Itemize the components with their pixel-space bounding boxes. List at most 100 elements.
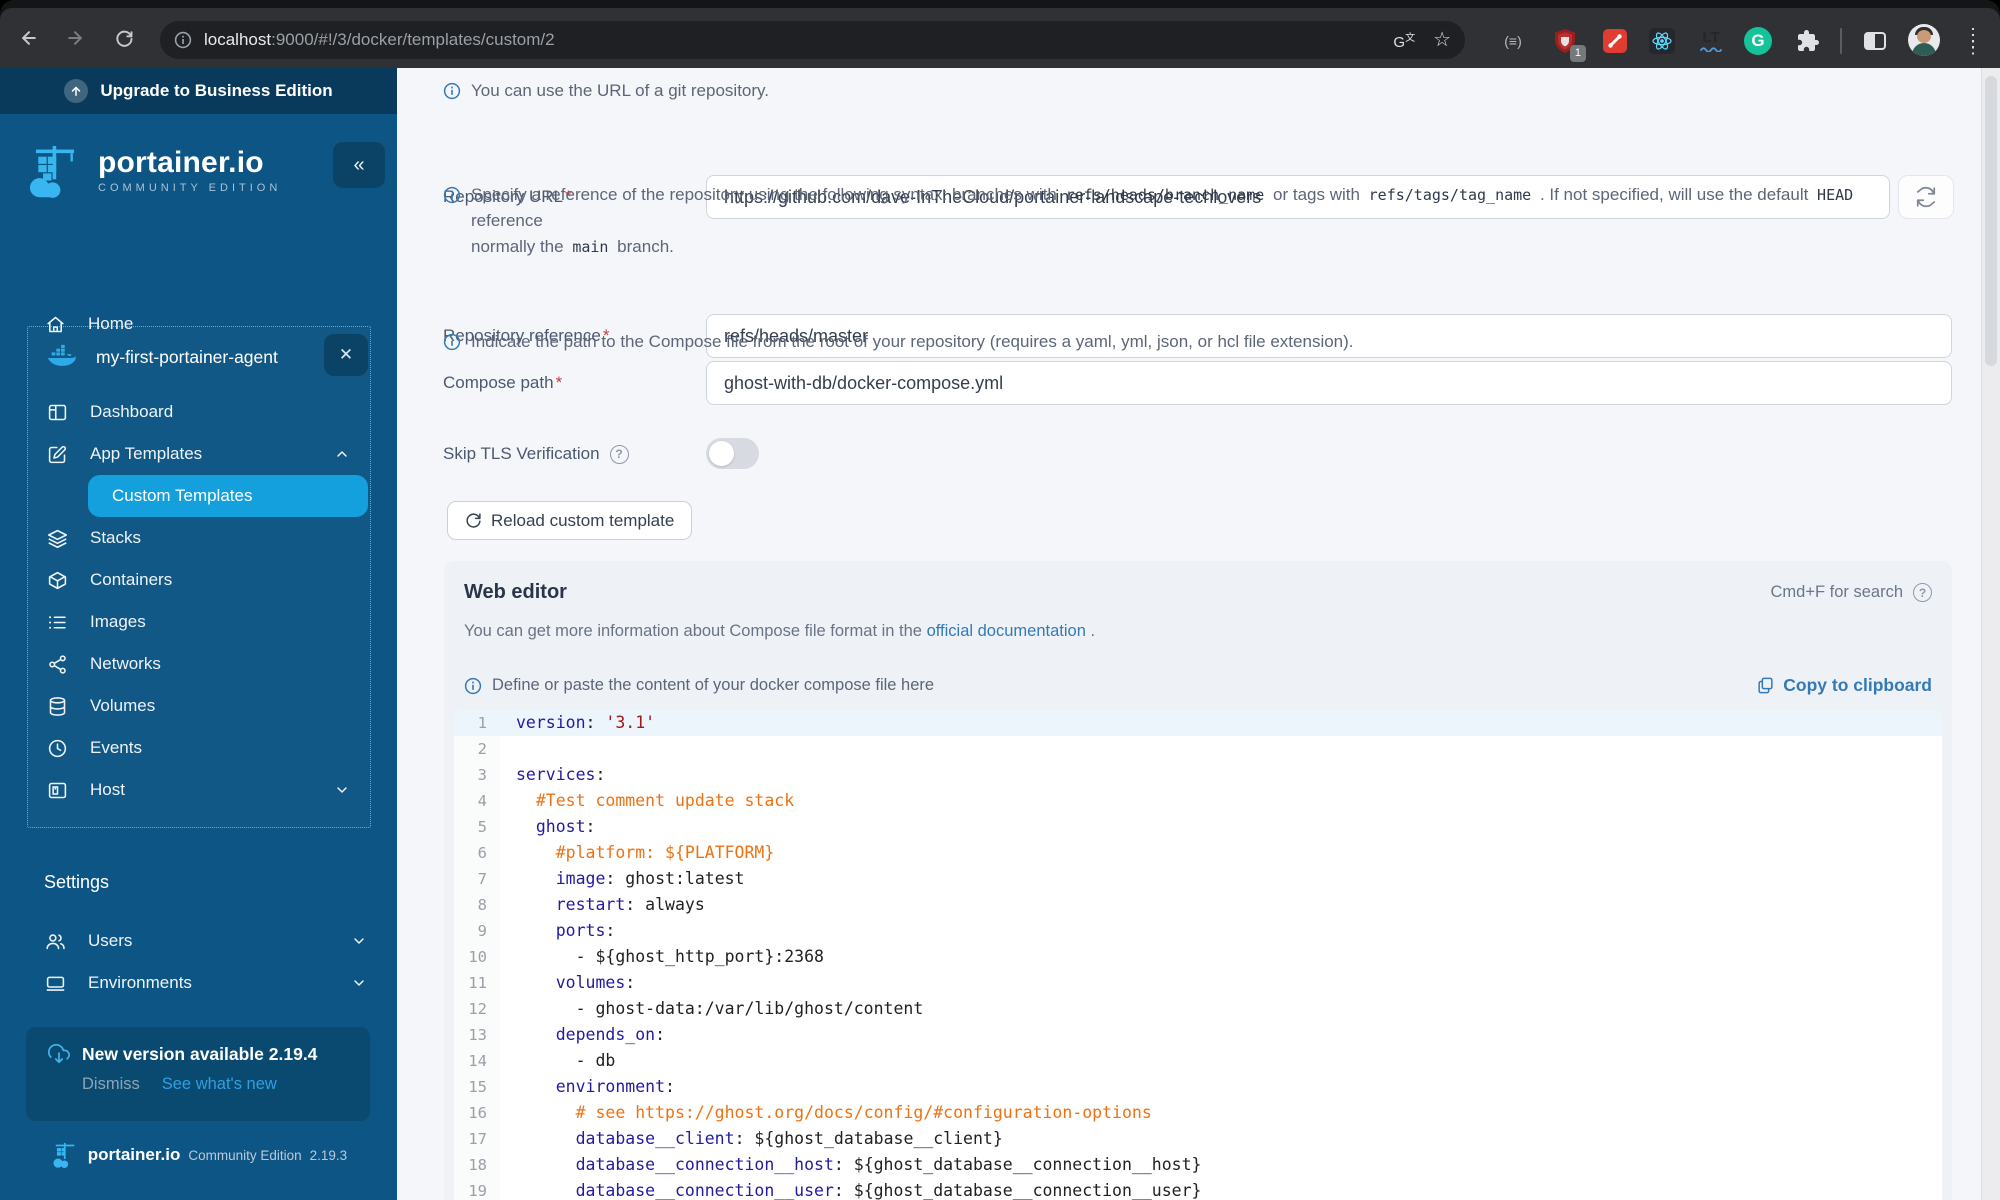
brand-name: portainer.io [98,146,264,179]
grammarly-extension-icon[interactable]: G [1741,24,1775,58]
line-number: 11 [454,970,500,996]
reload-custom-template-button[interactable]: Reload custom template [447,501,693,540]
reload-button[interactable] [108,22,140,54]
code-line[interactable]: 4 #Test comment update stack [454,788,1942,814]
code-text: volumes: [555,973,636,992]
git-url-info-text: You can use the URL of a git repository. [471,81,769,100]
forward-button[interactable] [59,22,91,54]
code-line[interactable]: 8 restart: always [454,892,1942,918]
code-line[interactable]: 16 # see https://ghost.org/docs/config/#… [454,1100,1942,1126]
ublock-extension-icon[interactable]: 1 [1548,24,1586,62]
sidebar-item-images[interactable]: Images [28,601,370,643]
react-devtools-extension-icon[interactable] [1645,24,1679,58]
code-line[interactable]: 13 depends_on: [454,1022,1942,1048]
line-number: 14 [454,1048,500,1074]
upgrade-banner[interactable]: Upgrade to Business Edition [0,68,397,114]
dashboard-icon [46,401,68,423]
sidebar-item-users[interactable]: Users [0,919,397,963]
compose-doc-text: You can get more information about Compo… [464,622,1096,640]
define-compose-hint: Define or paste the content of your dock… [464,676,934,695]
code-text: - db [516,1051,616,1070]
line-number: 13 [454,1022,500,1048]
chevron-down-icon [351,933,367,949]
link-extension-icon[interactable] [1598,24,1632,58]
line-number: 9 [454,918,500,944]
official-documentation-link[interactable]: official documentation [927,622,1086,640]
chrome-menu-button[interactable]: ⋮ ⋮ ⋮ [1956,24,1990,58]
sidebar-item-volumes[interactable]: Volumes [28,685,370,727]
side-panel-button[interactable] [1858,24,1892,58]
code-line[interactable]: 7 image: ghost:latest [454,866,1942,892]
bookmark-star-icon[interactable]: ☆ [1433,30,1451,50]
code-editor[interactable]: 1 version: '3.1' 2 3 services: 4 #Test commen… [454,710,1942,1200]
database-icon [46,695,68,717]
back-button[interactable] [13,22,45,54]
sidebar-item-containers[interactable]: Containers [28,559,370,601]
tampermonkey-extension-icon[interactable]: (≡) [1496,24,1530,58]
page-scrollbar[interactable] [1981,68,2000,1200]
sidebar-item-host[interactable]: Host [28,769,370,811]
code-line[interactable]: 19 database__connection__user: ${ghost_d… [454,1178,1942,1200]
line-number: 12 [454,996,500,1022]
info-icon [464,677,482,694]
sidebar-item-app-templates[interactable]: App Templates [28,433,370,475]
code-line[interactable]: 9 ports: [454,918,1942,944]
sidebar-item-stacks[interactable]: Stacks [28,517,370,559]
code-line[interactable]: 15 environment: [454,1074,1942,1100]
environment-header[interactable]: my-first-portainer-agent [28,335,370,379]
images-label: Images [90,612,146,631]
skip-tls-label: Skip TLS Verification [443,444,600,463]
dismiss-link[interactable]: Dismiss [82,1075,140,1094]
blue-squiggle-icon [1700,47,1722,52]
code-text: - ghost-data:/var/lib/ghost/content [516,999,924,1018]
environment-close-button[interactable]: ✕ [324,334,368,376]
code-text: database__client: ${ghost_database__clie… [575,1129,1003,1148]
translate-icon[interactable]: G文 [1393,29,1415,51]
see-whats-new-link[interactable]: See what's new [162,1075,277,1094]
compose-path-info-text: Indicate the path to the Compose file fr… [471,332,1354,351]
code-line[interactable]: 6 #platform: ${PLATFORM} [454,840,1942,866]
sidebar-item-events[interactable]: Events [28,727,370,769]
layers-icon [46,527,68,549]
profile-avatar[interactable] [1908,24,1940,56]
code-line[interactable]: 11 volumes: [454,970,1942,996]
skip-tls-toggle[interactable] [706,438,759,469]
extensions-menu-button[interactable] [1791,24,1825,58]
help-icon[interactable]: ? [1913,583,1932,602]
environments-label: Environments [88,973,192,992]
code-text: services: [516,765,606,784]
sidebar-item-environments[interactable]: Environments [0,961,397,1005]
compose-path-input[interactable] [706,361,1952,405]
code-line[interactable]: 18 database__connection__host: ${ghost_d… [454,1152,1942,1178]
code-line[interactable]: 10 - ${ghost_http_port}:2368 [454,944,1942,970]
help-icon[interactable]: ? [609,444,629,464]
sidebar-collapse-button[interactable]: « [333,142,385,188]
code-line[interactable]: 12 - ghost-data:/var/lib/ghost/content [454,996,1942,1022]
code-line[interactable]: 5 ghost: [454,814,1942,840]
compose-path-info: Indicate the path to the Compose file fr… [443,329,1354,355]
line-number: 10 [454,944,500,970]
sidebar-item-networks[interactable]: Networks [28,643,370,685]
main-content: You can use the URL of a git repository.… [397,68,2000,1200]
box-icon [46,569,68,591]
code-line[interactable]: 2 [454,736,1942,762]
reload-icon [116,30,133,47]
address-bar[interactable]: localhost:9000/#!/3/docker/templates/cus… [160,21,1465,59]
url-text: localhost:9000/#!/3/docker/templates/cus… [204,30,1393,50]
code-line[interactable]: 3 services: [454,762,1942,788]
sidebar-item-dashboard[interactable]: Dashboard [28,391,370,433]
brand-logo[interactable]: portainer.io COMMUNITY EDITION [24,140,304,202]
environment-section: my-first-portainer-agent ✕ Dashboard App… [27,326,371,828]
sidebar-item-custom-templates[interactable]: Custom Templates [88,475,368,517]
site-info-icon[interactable] [174,31,192,49]
code-text: database__connection__user: ${ghost_data… [575,1181,1202,1200]
scrollbar-thumb[interactable] [1985,76,1997,366]
url-host: localhost [204,30,272,49]
code-text: - ${ghost_http_port}:2368 [516,947,824,966]
languagetool-extension-icon[interactable]: LT [1694,24,1728,58]
code-line[interactable]: 14 - db [454,1048,1942,1074]
code-line[interactable]: 17 database__client: ${ghost_database__c… [454,1126,1942,1152]
copy-to-clipboard-button[interactable]: Copy to clipboard [1756,675,1932,696]
code-line[interactable]: 1 version: '3.1' [454,710,1942,736]
